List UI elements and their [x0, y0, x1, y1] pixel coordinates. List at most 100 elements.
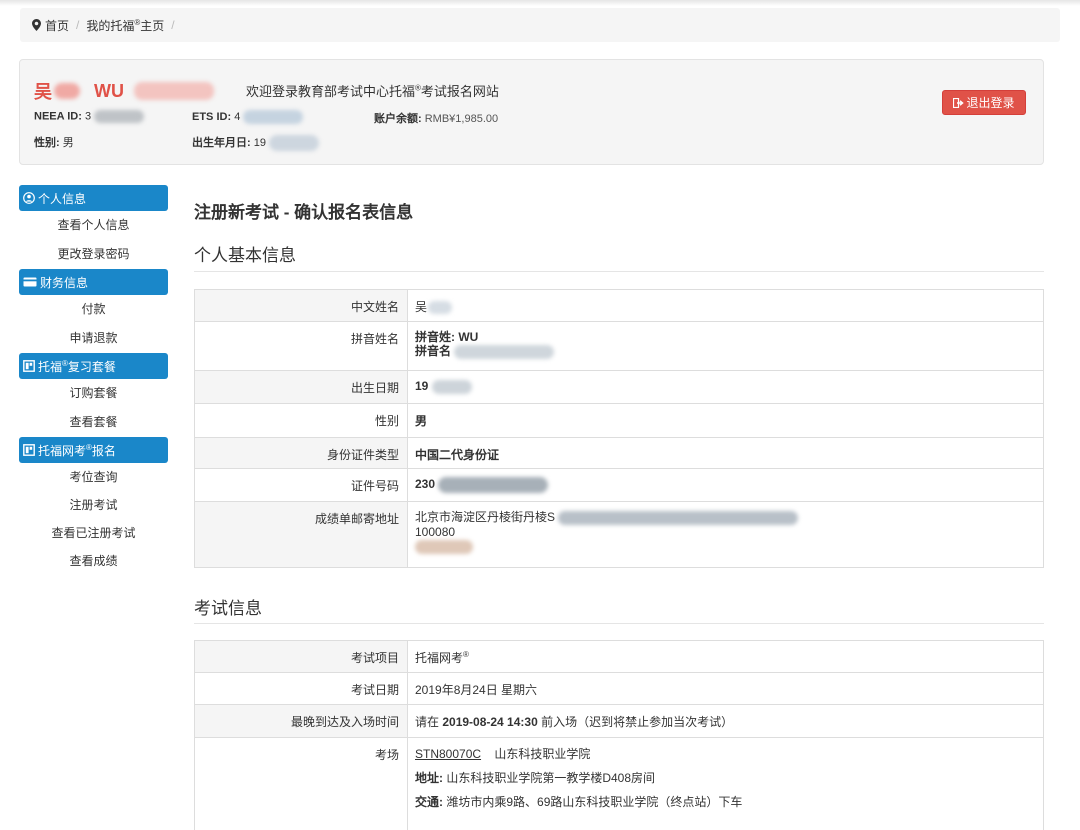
logout-button[interactable]: 退出登录	[942, 90, 1026, 115]
personal-info-title: 个人基本信息	[194, 246, 296, 265]
sidebar-item-view-scores[interactable]: 查看成绩	[19, 547, 168, 575]
redacted-address-extra	[415, 540, 1043, 558]
profile-panel: 吴 WU 欢迎登录教育部考试中心托福®考试报名网站 NEEA ID: 3 ETS…	[19, 59, 1044, 165]
exam-item-text: 托福网考	[415, 651, 464, 665]
redacted-cn-name	[428, 301, 453, 315]
registered-mark: ®	[463, 650, 469, 659]
exam-info-title: 考试信息	[194, 599, 262, 618]
table-row: 拼音姓名 拼音姓: WU 拼音名	[194, 321, 1044, 371]
cn-name-label: 中文姓名	[194, 289, 408, 322]
sidebar-item-change-password[interactable]: 更改登录密码	[19, 240, 168, 269]
redacted-dob	[431, 379, 472, 394]
test-center-name: 山东科技职业学院	[494, 747, 591, 761]
book-icon	[23, 360, 35, 372]
cn-name-text: 吴	[415, 300, 428, 314]
redacted-neea-id	[94, 110, 145, 123]
top-shadow	[0, 0, 1080, 6]
ets-id-value: 4	[234, 110, 241, 123]
welcome-text-end: 考试报名网站	[420, 84, 499, 99]
sidebar-group-label: 财务信息	[40, 275, 89, 290]
user-name-cn: 吴	[34, 82, 52, 102]
balance-field: 账户余额: RMB¥1,985.00	[374, 110, 498, 126]
test-center-label: 考场	[194, 737, 408, 830]
gender-field: 性别: 男	[34, 134, 74, 150]
sidebar-group-personal-info[interactable]: 个人信息	[19, 185, 168, 211]
breadcrumb-home[interactable]: 首页	[45, 17, 69, 34]
redacted-id-number	[438, 477, 549, 493]
redacted-address-line3	[415, 540, 473, 554]
dob-label: 出生年月日:	[192, 137, 251, 149]
pinyin-name-value: 拼音姓: WU 拼音名	[407, 321, 1044, 371]
sidebar-item-seat-search[interactable]: 考位查询	[19, 463, 168, 491]
arrival-time-datetime: 2019-08-24 14:30	[442, 715, 538, 729]
test-center-line: STN80070C 山东科技职业学院	[415, 742, 1043, 766]
test-center-traffic: 交通: 潍坊市内乘9路、69路山东科技职业学院（终点站）下车	[415, 790, 1043, 814]
neea-id-label: NEEA ID:	[34, 110, 82, 123]
table-row: 证件号码 230	[194, 468, 1044, 502]
test-center-traffic-label: 交通:	[415, 795, 443, 809]
sidebar-item-payment[interactable]: 付款	[19, 295, 168, 324]
redacted-pinyin-first	[454, 344, 555, 359]
test-center-address-value: 山东科技职业学院第一教学楼D408房间	[446, 771, 656, 785]
mailing-address-postcode: 100080	[415, 525, 456, 539]
breadcrumb-my-toefl-suffix: 主页	[140, 18, 165, 33]
sidebar-group-finance[interactable]: 财务信息	[19, 269, 168, 295]
logout-button-label: 退出登录	[966, 96, 1015, 110]
sidebar-item-register-exam[interactable]: 注册考试	[19, 491, 168, 519]
table-row: 考试日期 2019年8月24日 星期六	[194, 672, 1044, 705]
sidebar-group-review-package[interactable]: 托福®复习套餐	[19, 353, 168, 379]
exam-date-label: 考试日期	[194, 672, 408, 705]
welcome-message: 欢迎登录教育部考试中心托福®考试报名网站	[246, 81, 499, 100]
exam-info-table: 考试项目 托福网考® 考试日期 2019年8月24日 星期六 最晚到达及入场时间…	[194, 640, 1044, 830]
ets-id-label: ETS ID:	[192, 110, 232, 123]
test-center-address-label: 地址:	[415, 771, 443, 785]
sidebar-item-registered-exams[interactable]: 查看已注册考试	[19, 519, 168, 547]
exam-item-label: 考试项目	[194, 640, 408, 673]
arrival-time-suffix: 前入场（迟到将禁止参加当次考试）	[537, 715, 734, 729]
mailing-address-label: 成绩单邮寄地址	[194, 501, 408, 568]
table-row: 考场 STN80070C 山东科技职业学院 地址: 山东科技职业学院第一教学楼D…	[194, 737, 1044, 830]
sidebar-item-order-package[interactable]: 订购套餐	[19, 379, 168, 408]
dob-field: 出生年月日: 19	[192, 134, 320, 152]
redacted-name-cn	[54, 83, 80, 99]
credit-card-icon	[23, 277, 37, 287]
balance-value: RMB¥1,985.00	[424, 113, 499, 125]
sidebar-group-label: 个人信息	[38, 191, 87, 206]
sidebar-item-view-profile[interactable]: 查看个人信息	[19, 211, 168, 240]
dob-value: 19	[253, 137, 266, 149]
personal-info-table: 中文姓名 吴 拼音姓名 拼音姓: WU 拼音名 出生日期 19 性别 男 身份证…	[194, 289, 1044, 568]
exam-info-divider	[194, 623, 1044, 624]
test-center-address: 地址: 山东科技职业学院第一教学楼D408房间	[415, 766, 1043, 790]
user-name-en: WU	[94, 80, 124, 101]
table-row: 中文姓名 吴	[194, 289, 1044, 322]
gender-value: 男	[407, 403, 1044, 438]
sidebar-group-label: 托福®复习套餐	[38, 358, 116, 375]
test-center-code-link[interactable]: STN80070C	[415, 747, 481, 761]
sidebar-item-view-package[interactable]: 查看套餐	[19, 408, 168, 437]
table-row: 成绩单邮寄地址 北京市海淀区丹棱街丹棱S 100080	[194, 501, 1044, 568]
book-icon	[23, 444, 35, 456]
redacted-ets-id	[243, 110, 304, 124]
cn-name-value: 吴	[407, 289, 1044, 322]
arrival-time-prefix: 请在	[415, 715, 443, 729]
sidebar-group-ibt-registration[interactable]: 托福网考®报名	[19, 437, 168, 463]
user-name-row: 吴 WU	[34, 78, 214, 104]
page-title: 注册新考试 - 确认报名表信息	[194, 203, 414, 222]
redacted-dob	[269, 135, 320, 152]
table-row: 考试项目 托福网考®	[194, 640, 1044, 673]
welcome-text: 欢迎登录教育部考试中心托福	[246, 84, 416, 99]
pinyin-first-name: 拼音名	[415, 344, 1043, 359]
dob-value: 19	[407, 370, 1044, 404]
breadcrumb-my-toefl[interactable]: 我的托福®主页	[86, 17, 164, 34]
sidebar-group-label-text: 托福网考	[38, 443, 87, 458]
breadcrumb-my-toefl-text: 我的托福	[86, 18, 135, 33]
gender-label: 性别:	[34, 137, 60, 149]
sidebar-item-refund[interactable]: 申请退款	[19, 324, 168, 353]
sidebar-group-label-text-end: 复习套餐	[67, 359, 116, 374]
redacted-address	[558, 510, 799, 525]
personal-info-divider	[194, 271, 1044, 272]
id-type-value: 中国二代身份证	[407, 437, 1044, 469]
mailing-address-value: 北京市海淀区丹棱街丹棱S 100080	[407, 501, 1044, 568]
sidebar-group-label: 托福网考®报名	[38, 442, 116, 459]
pinyin-last-name: 拼音姓: WU	[415, 330, 479, 344]
